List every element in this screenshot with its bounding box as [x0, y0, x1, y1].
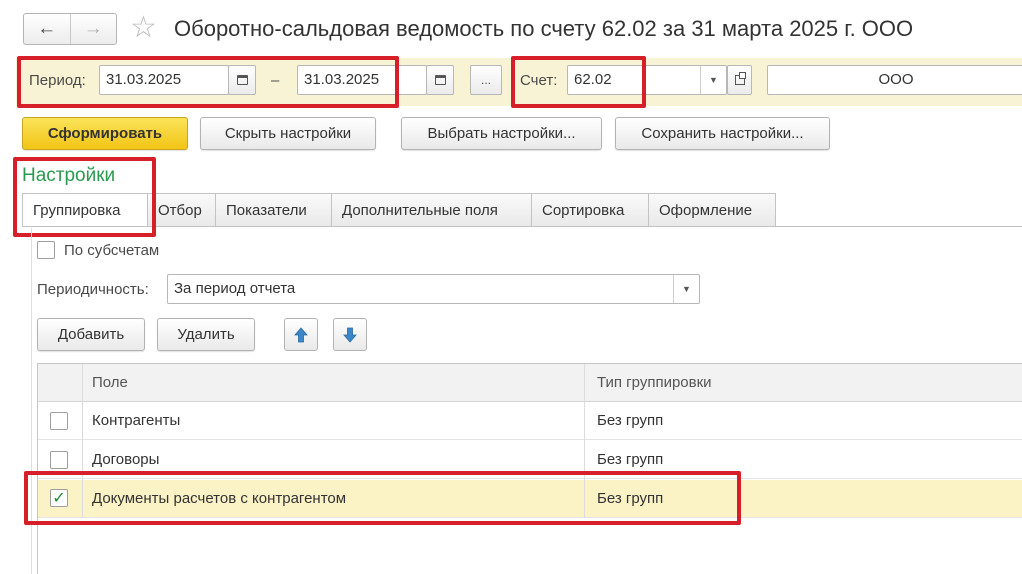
period-to-field[interactable]: 31.03.2025 [297, 65, 427, 95]
tab-grouping[interactable]: Группировка [22, 193, 148, 227]
period-from-calendar-button[interactable] [228, 65, 256, 95]
tab-formatting[interactable]: Оформление [649, 193, 776, 227]
by-subaccounts-checkbox[interactable] [37, 241, 55, 259]
tab-additional-fields[interactable]: Дополнительные поля [332, 193, 532, 227]
window-title: Оборотно-сальдовая ведомость по счету 62… [174, 16, 914, 41]
table-row[interactable]: Контрагенты Без групп [38, 402, 1022, 440]
period-select-button[interactable]: ... [470, 65, 502, 95]
arrow-right-icon: → [83, 18, 103, 39]
account-dropdown-button[interactable]: ▼ [700, 66, 726, 94]
account-label: Счет: [520, 72, 558, 89]
row-field: Контрагенты [92, 412, 181, 429]
table-row-selected[interactable]: ✓ Документы расчетов с контрагентом Без … [38, 480, 1022, 518]
tab-filter[interactable]: Отбор [148, 193, 216, 227]
by-subaccounts-label: По субсчетам [64, 242, 160, 259]
periodicity-dropdown-button[interactable]: ▼ [673, 275, 699, 303]
table-row[interactable]: Договоры Без групп [38, 441, 1022, 479]
tab-divider [22, 226, 1022, 227]
back-button[interactable]: ← [24, 14, 70, 44]
panel-left-border [31, 228, 32, 574]
period-to-calendar-button[interactable] [426, 65, 454, 95]
calendar-icon [236, 75, 248, 85]
arrow-left-icon: ← [37, 18, 57, 39]
favorite-star-icon[interactable]: ☆ [130, 12, 157, 44]
add-button[interactable]: Добавить [37, 318, 145, 351]
chevron-down-icon: ▼ [682, 284, 691, 294]
hide-settings-button[interactable]: Скрыть настройки [200, 117, 376, 150]
column-header-field[interactable]: Поле [92, 364, 128, 402]
organization-field[interactable]: ООО [767, 65, 1022, 95]
row-checkbox[interactable] [50, 451, 68, 469]
calendar-icon [434, 75, 446, 85]
row-field: Документы расчетов с контрагентом [92, 490, 347, 507]
arrow-up-icon [294, 326, 308, 342]
nav-buttons: ← → [23, 13, 117, 45]
period-dash: – [271, 72, 280, 89]
row-group-type[interactable]: Без групп [597, 402, 663, 440]
table-header: Поле Тип группировки [38, 364, 1022, 402]
save-settings-button[interactable]: Сохранить настройки... [615, 117, 830, 150]
account-field[interactable]: 62.02 ▼ [567, 65, 727, 95]
grouping-table: Поле Тип группировки Контрагенты Без гру… [37, 363, 1022, 574]
chevron-down-icon: ▼ [709, 75, 718, 85]
column-header-group-type[interactable]: Тип группировки [597, 364, 712, 402]
period-from-field[interactable]: 31.03.2025 [99, 65, 229, 95]
account-open-button[interactable] [727, 65, 752, 95]
periodicity-label: Периодичность: [37, 281, 149, 298]
checkmark-icon: ✓ [52, 490, 66, 507]
row-checkbox-checked[interactable]: ✓ [50, 489, 68, 507]
column-divider [584, 364, 585, 518]
arrow-down-icon [343, 327, 357, 343]
move-down-button[interactable] [333, 318, 367, 351]
period-label: Период: [29, 72, 86, 89]
row-group-type[interactable]: Без групп [597, 480, 663, 518]
delete-button[interactable]: Удалить [157, 318, 255, 351]
column-divider [82, 364, 83, 518]
account-value: 62.02 [574, 71, 612, 88]
tab-indicators[interactable]: Показатели [216, 193, 332, 227]
row-group-type[interactable]: Без групп [597, 441, 663, 479]
row-field: Договоры [92, 451, 160, 468]
periodicity-select[interactable]: За период отчета ▼ [167, 274, 700, 304]
settings-tabs: Группировка Отбор Показатели Дополнитель… [22, 193, 776, 227]
periodicity-value: За период отчета [174, 280, 296, 297]
row-checkbox[interactable] [50, 412, 68, 430]
settings-title: Настройки [22, 165, 116, 186]
choose-settings-button[interactable]: Выбрать настройки... [401, 117, 602, 150]
tab-sorting[interactable]: Сортировка [532, 193, 649, 227]
open-window-icon [734, 72, 746, 85]
forward-button[interactable]: → [69, 14, 117, 44]
generate-button[interactable]: Сформировать [22, 117, 188, 150]
move-up-button[interactable] [284, 318, 318, 351]
